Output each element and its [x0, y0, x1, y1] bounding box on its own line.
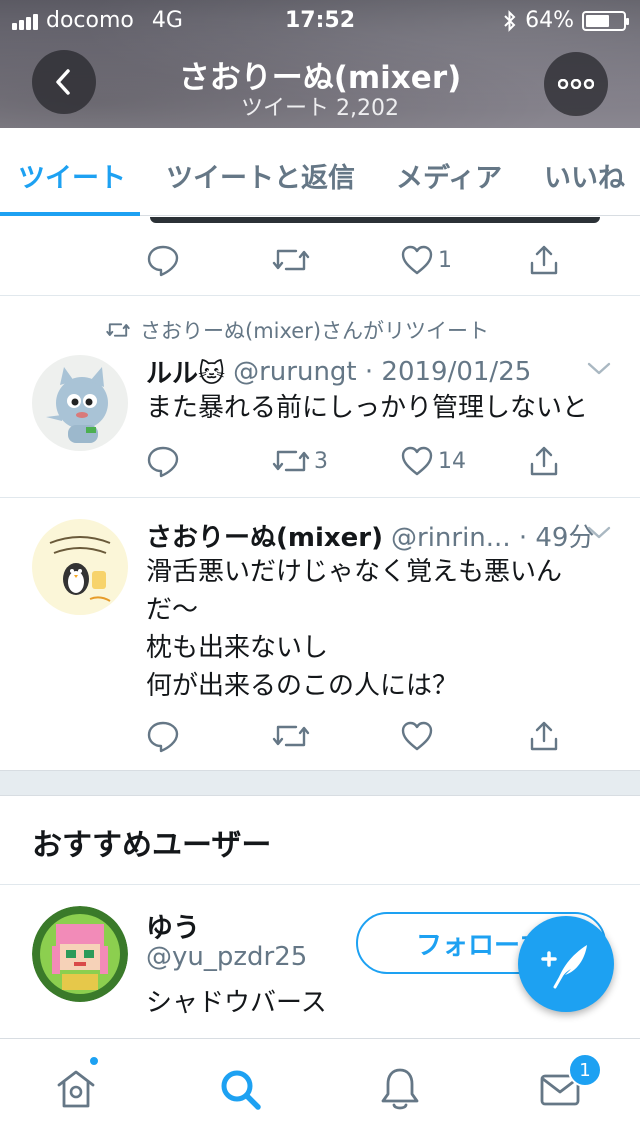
nav-home[interactable]: [50, 1055, 102, 1115]
like-button[interactable]: 1: [400, 235, 452, 285]
like-count: 1: [438, 247, 452, 273]
media-edge: [150, 217, 600, 223]
retweet-context: さおりーぬ(mixer)さんがリツイート: [106, 315, 489, 345]
divider: [0, 295, 640, 296]
avatar-penguin-image: [32, 519, 128, 615]
tweet-actions: 1: [0, 235, 640, 285]
reply-button[interactable]: [146, 711, 180, 761]
reply-button[interactable]: [146, 436, 180, 486]
retweet-icon: [106, 323, 130, 337]
like-count: 14: [438, 448, 466, 474]
nav-notifications[interactable]: [374, 1063, 426, 1115]
tweet-count: ツイート 2,202: [241, 96, 399, 121]
retweet-button[interactable]: [272, 711, 310, 761]
user-handle: @yu_pzdr25: [146, 942, 308, 972]
search-icon: [221, 1070, 261, 1110]
bell-icon: [381, 1068, 419, 1110]
more-icon: [558, 79, 594, 89]
reply-icon: [147, 245, 179, 277]
retweet-count: 3: [314, 448, 328, 474]
home-icon: [57, 1070, 95, 1108]
like-button[interactable]: 14: [400, 436, 466, 486]
tweet-header: さおりーぬ(mixer) @rinrin... · 49分: [146, 517, 594, 554]
compose-quill-icon: [541, 945, 587, 989]
tweet-text-line: 枕も出来ないし: [146, 633, 329, 663]
tweet-header: ルル🐱 @rurungt · 2019/01/25: [146, 353, 531, 390]
divider: [0, 497, 640, 498]
tweet-text: 滑舌悪いだけじゃなく覚えも悪いん だ〜 枕も出来ないし 何が出来るのこの人には？: [146, 553, 616, 705]
share-button[interactable]: [528, 436, 560, 486]
compose-tweet-button[interactable]: [518, 916, 614, 1012]
heart-icon: [401, 446, 433, 476]
tab-tweets[interactable]: ツイート: [18, 156, 126, 195]
avatar[interactable]: [32, 519, 128, 615]
battery-fill: [586, 14, 610, 27]
nav-messages[interactable]: 1: [534, 1053, 602, 1115]
divider: [0, 884, 640, 885]
notification-dot: [88, 1055, 100, 1067]
reply-icon: [147, 446, 179, 478]
share-button[interactable]: [528, 711, 560, 761]
chevron-down-icon[interactable]: [586, 525, 612, 541]
battery-icon: [582, 10, 629, 31]
like-button[interactable]: [400, 711, 434, 761]
battery-group: 64%: [503, 8, 629, 33]
share-icon: [530, 446, 558, 476]
bluetooth-icon: [504, 9, 516, 32]
tab-media[interactable]: メディア: [396, 156, 502, 195]
user-bio: シャドウバース: [146, 988, 327, 1018]
tab-tweets-replies[interactable]: ツイートと返信: [166, 156, 355, 195]
avatar-pixel-image: [32, 906, 128, 1002]
retweet-icon: [272, 725, 310, 747]
battery-percent: 64%: [525, 8, 574, 33]
author-name[interactable]: さおりーぬ(mixer): [146, 517, 383, 554]
profile-header: docomo 4G 17:52 64% さおりーぬ(mixer) ツイート 2,…: [0, 0, 640, 128]
chevron-left-icon: [56, 69, 70, 95]
active-tab-indicator: [0, 212, 140, 216]
share-button[interactable]: [528, 235, 560, 285]
author-name[interactable]: ルル🐱: [146, 353, 225, 390]
reply-button[interactable]: [146, 235, 180, 285]
bottom-tab-bar: 1: [0, 1038, 640, 1136]
share-icon: [530, 721, 558, 751]
share-icon: [530, 245, 558, 275]
avatar[interactable]: [32, 906, 128, 1002]
user-name: ゆう: [146, 913, 200, 944]
recommended-users-title: おすすめユーザー: [32, 828, 272, 863]
retweet-button[interactable]: [272, 235, 310, 285]
handle-and-date: @rurungt · 2019/01/25: [233, 356, 532, 387]
profile-tabs: ツイート ツイートと返信 メディア いいね: [0, 128, 640, 216]
section-gap: [0, 770, 640, 796]
heart-icon: [401, 721, 433, 751]
back-button[interactable]: [32, 50, 96, 114]
heart-icon: [401, 245, 433, 275]
tab-likes[interactable]: いいね: [544, 156, 625, 195]
tweet-text-line: 滑舌悪いだけじゃなく覚えも悪いん: [146, 557, 563, 587]
reply-icon: [147, 721, 179, 753]
tweet-text-line: 何が出来るのこの人には？: [146, 671, 459, 701]
chevron-down-icon[interactable]: [586, 361, 612, 377]
status-bar: docomo 4G 17:52 64%: [0, 0, 640, 40]
handle-and-date: @rinrin... · 49分: [391, 523, 595, 553]
tweet-text-line: だ〜: [146, 595, 199, 625]
retweet-icon: [272, 450, 310, 472]
tweet-actions: 3 14: [0, 436, 640, 486]
nav-search[interactable]: [214, 1063, 266, 1115]
more-button[interactable]: [544, 52, 608, 116]
retweet-button[interactable]: 3: [272, 436, 328, 486]
tweet-actions: [0, 711, 640, 761]
messages-badge: 1: [568, 1053, 602, 1087]
retweet-icon: [272, 249, 310, 271]
retweet-context-text: さおりーぬ(mixer)さんがリツイート: [140, 319, 490, 343]
tweet-text: また暴れる前にしっかり管理しないと: [146, 393, 589, 423]
